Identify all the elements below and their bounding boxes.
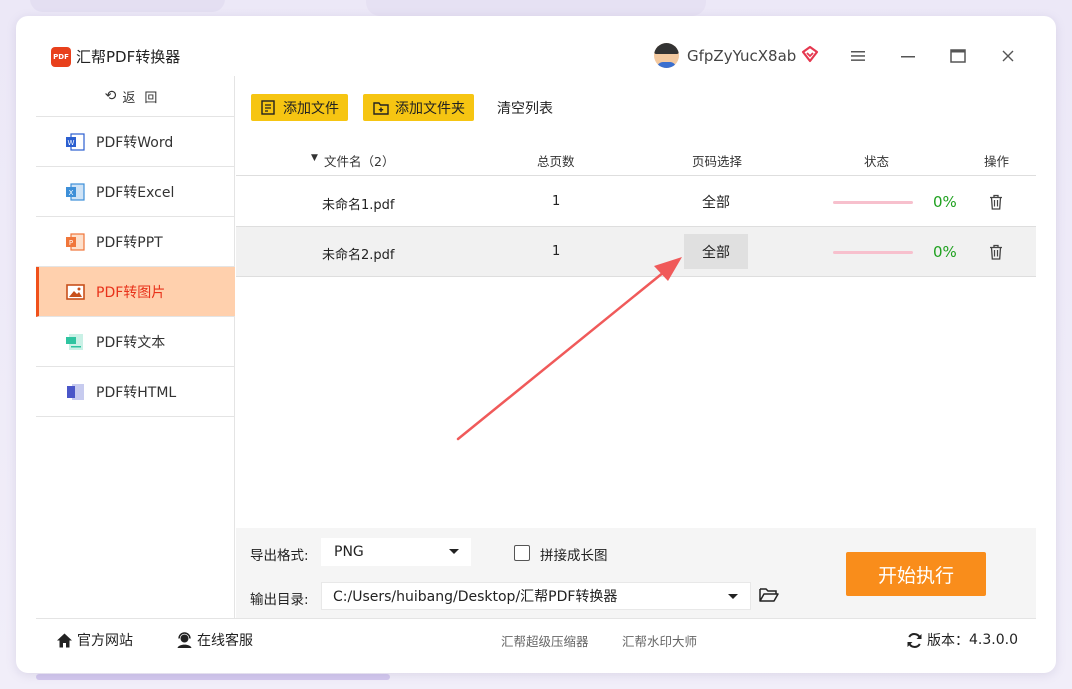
maximize-icon xyxy=(950,49,966,63)
start-button[interactable]: 开始执行 xyxy=(846,552,986,596)
page-select-button[interactable]: 全部 xyxy=(684,234,748,269)
column-header-filename[interactable]: 文件名（2） xyxy=(324,151,394,170)
page-count: 1 xyxy=(552,194,561,209)
sidebar-item-pdf-to-excel[interactable]: X PDF转Excel xyxy=(36,167,235,217)
compressor-link[interactable]: 汇帮超级压缩器 xyxy=(501,631,589,650)
format-value: PNG xyxy=(334,544,364,560)
close-icon xyxy=(1002,50,1014,62)
vip-diamond-icon[interactable] xyxy=(800,44,820,64)
progress-percent: 0% xyxy=(933,193,957,211)
hamburger-icon xyxy=(851,51,865,61)
minimize-icon xyxy=(901,56,915,58)
sidebar-item-pdf-to-text[interactable]: PDF转文本 xyxy=(36,317,235,367)
output-dir-label: 输出目录: xyxy=(250,592,309,608)
background-shape xyxy=(36,674,390,680)
back-label: 返回 xyxy=(122,90,167,106)
output-options-panel: 导出格式: PNG 拼接成长图 输出目录: C:/Users/huibang/D… xyxy=(236,528,1036,618)
caret-down-icon xyxy=(449,549,459,554)
refresh-icon xyxy=(907,632,922,648)
footer: 官方网站 在线客服 汇帮超级压缩器 汇帮水印大师 版本： 4.3.0.0 xyxy=(36,618,1036,658)
format-select[interactable]: PNG xyxy=(321,538,471,566)
online-support-label: 在线客服 xyxy=(197,633,253,649)
column-header-page-select: 页码选择 xyxy=(692,154,743,169)
sidebar-item-label: PDF转Excel xyxy=(96,184,175,201)
app-window: PDF 汇帮PDF转换器 GfpZyYucX8ab ⟲ 返回 W PDF转Wor… xyxy=(16,16,1056,673)
file-name: 未命名1.pdf xyxy=(322,198,395,213)
folder-open-icon[interactable] xyxy=(759,586,779,604)
sidebar-item-pdf-to-html[interactable]: PDF转HTML xyxy=(36,367,235,417)
sidebar-item-label: PDF转图片 xyxy=(96,284,166,301)
text-icon xyxy=(66,334,83,350)
column-header-pages: 总页数 xyxy=(537,154,575,169)
file-list-panel: 添加文件 添加文件夹 清空列表 ▼ 文件名（2） 总页数 页码选择 状态 操作 … xyxy=(236,76,1036,528)
add-file-icon xyxy=(261,100,275,115)
support-agent-icon xyxy=(177,631,192,648)
table-row[interactable]: 未命名1.pdf 1 全部 0% xyxy=(236,177,1036,227)
stitch-checkbox[interactable] xyxy=(514,545,530,561)
add-folder-label: 添加文件夹 xyxy=(395,100,465,117)
sidebar-item-label: PDF转PPT xyxy=(96,234,163,251)
table-header: ▼ 文件名（2） 总页数 页码选择 状态 操作 xyxy=(236,141,1036,176)
home-icon xyxy=(57,633,72,647)
sidebar-item-pdf-to-image[interactable]: PDF转图片 xyxy=(36,267,235,317)
word-icon: W xyxy=(66,133,85,151)
add-file-button[interactable]: 添加文件 xyxy=(251,94,348,121)
menu-button[interactable] xyxy=(848,46,868,66)
title-bar: PDF 汇帮PDF转换器 GfpZyYucX8ab xyxy=(16,16,1056,76)
undo-arrow-icon: ⟲ xyxy=(104,88,117,104)
sidebar: ⟲ 返回 W PDF转Word X PDF转Excel P PDF转PPT PD… xyxy=(36,76,235,618)
progress-percent: 0% xyxy=(933,243,957,261)
svg-text:X: X xyxy=(69,189,74,197)
username[interactable]: GfpZyYucX8ab xyxy=(687,46,796,66)
delete-icon[interactable] xyxy=(989,194,1003,210)
official-website-link[interactable]: 官方网站 xyxy=(56,630,133,650)
clear-list-button[interactable]: 清空列表 xyxy=(497,98,553,118)
version-value: 4.3.0.0 xyxy=(969,632,1018,648)
sort-icon[interactable]: ▼ xyxy=(311,153,318,163)
image-icon xyxy=(66,284,85,300)
progress-bar xyxy=(833,251,913,254)
online-support-link[interactable]: 在线客服 xyxy=(176,630,253,650)
sidebar-item-label: PDF转文本 xyxy=(96,334,166,351)
excel-icon: X xyxy=(66,183,85,201)
app-title: 汇帮PDF转换器 xyxy=(76,48,181,66)
version-info[interactable]: 版本： 4.3.0.0 xyxy=(906,630,1018,650)
sidebar-item-label: PDF转Word xyxy=(96,134,174,151)
maximize-button[interactable] xyxy=(948,46,968,66)
sidebar-item-pdf-to-ppt[interactable]: P PDF转PPT xyxy=(36,217,235,267)
page-count: 1 xyxy=(552,244,561,259)
output-dir-select[interactable]: C:/Users/huibang/Desktop/汇帮PDF转换器 xyxy=(321,582,751,610)
output-dir-value: C:/Users/huibang/Desktop/汇帮PDF转换器 xyxy=(333,589,618,605)
sidebar-item-label: PDF转HTML xyxy=(96,384,177,401)
column-header-actions: 操作 xyxy=(984,154,1010,169)
html-icon xyxy=(67,384,84,400)
version-label: 版本： xyxy=(927,633,969,649)
delete-icon[interactable] xyxy=(989,244,1003,260)
back-button[interactable]: ⟲ 返回 xyxy=(36,76,235,117)
table-row[interactable]: 未命名2.pdf 1 全部 0% xyxy=(236,227,1036,277)
sidebar-item-pdf-to-word[interactable]: W PDF转Word xyxy=(36,117,235,167)
close-button[interactable] xyxy=(998,46,1018,66)
ppt-icon: P xyxy=(66,233,85,251)
file-name: 未命名2.pdf xyxy=(322,248,395,263)
official-website-label: 官方网站 xyxy=(77,633,133,649)
format-label: 导出格式: xyxy=(250,548,309,564)
svg-text:P: P xyxy=(69,239,73,247)
caret-down-icon xyxy=(728,594,738,599)
minimize-button[interactable] xyxy=(898,46,918,66)
column-header-status: 状态 xyxy=(864,154,890,169)
add-file-label: 添加文件 xyxy=(283,100,339,117)
watermark-link[interactable]: 汇帮水印大师 xyxy=(622,631,697,650)
background-shape xyxy=(366,0,706,16)
add-folder-icon xyxy=(373,102,389,115)
add-folder-button[interactable]: 添加文件夹 xyxy=(363,94,474,121)
page-select-button[interactable]: 全部 xyxy=(684,184,748,219)
progress-bar xyxy=(833,201,913,204)
svg-text:W: W xyxy=(68,139,75,147)
stitch-label[interactable]: 拼接成长图 xyxy=(540,544,608,564)
user-avatar[interactable] xyxy=(654,43,679,68)
background-shape xyxy=(30,0,225,12)
app-logo-icon: PDF xyxy=(51,47,71,67)
